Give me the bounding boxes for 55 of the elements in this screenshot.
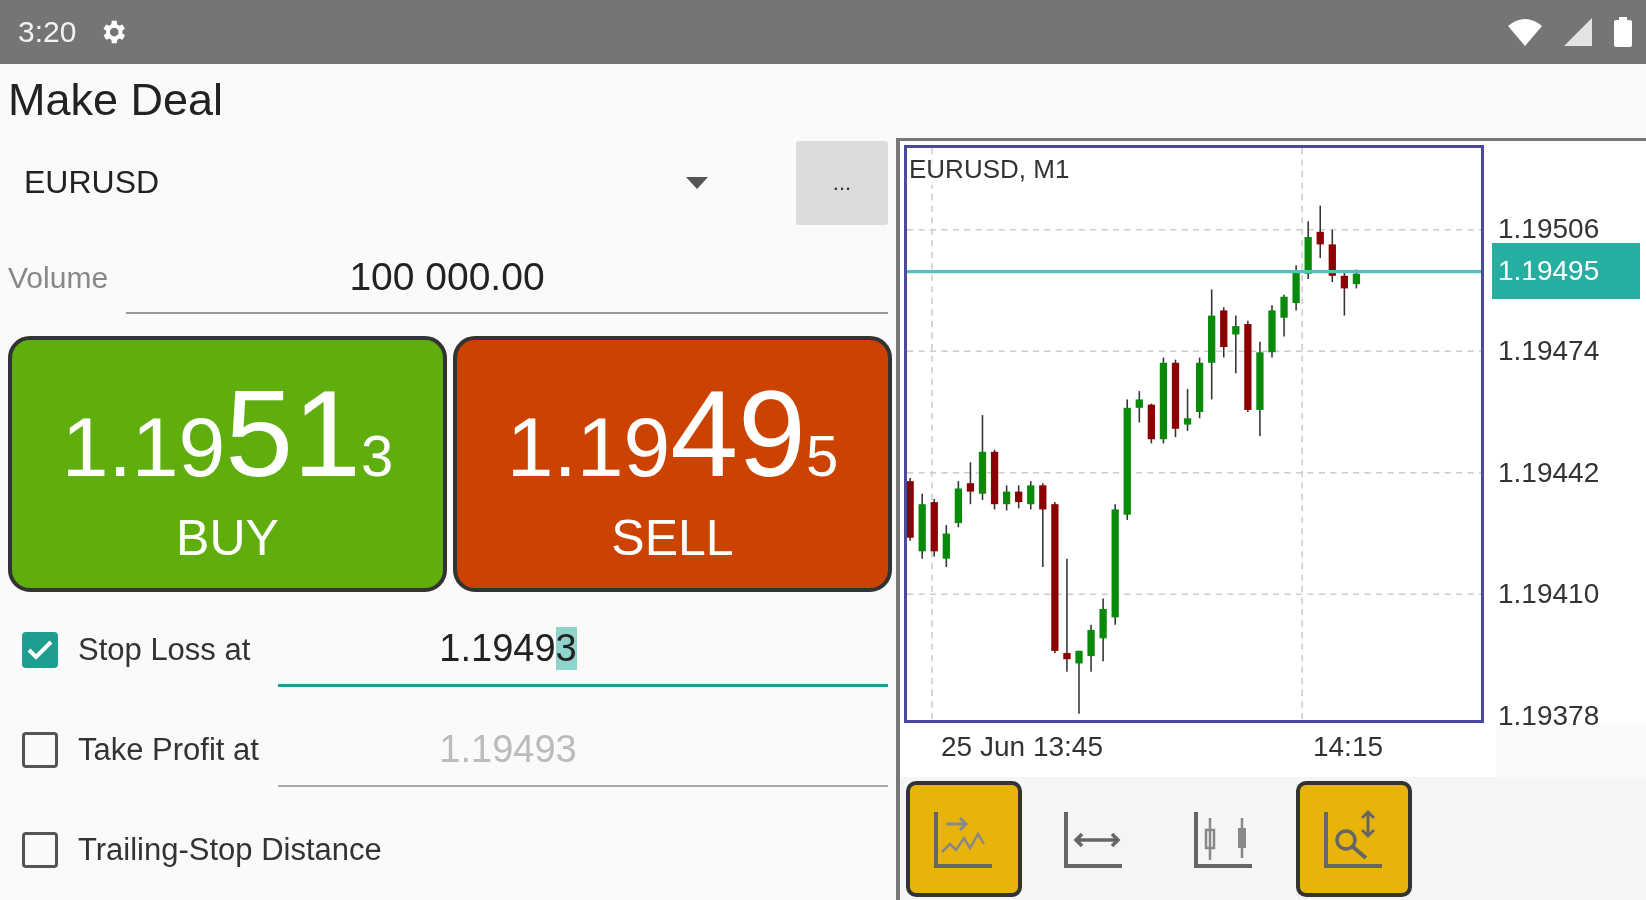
candlestick (1027, 480, 1035, 511)
candlestick (1280, 293, 1288, 338)
dropdown-caret-icon (686, 176, 708, 189)
sell-button[interactable]: 1.19495 SELL (453, 336, 892, 592)
candlestick (907, 477, 914, 542)
candlestick (1099, 597, 1107, 663)
chart-tool-button[interactable] (1296, 780, 1412, 897)
axis-label: 25 Jun 13:45 (941, 731, 1103, 763)
candlestick (1328, 228, 1336, 283)
candlestick (966, 461, 975, 505)
status-time: 3:20 (18, 15, 77, 49)
candlestick (1147, 402, 1155, 445)
volume-label: Volume (8, 260, 110, 295)
price-field[interactable]: 1.19493 (278, 613, 888, 687)
candlestick (1340, 270, 1348, 317)
candlestick (918, 492, 926, 560)
more-button[interactable]: ... (796, 140, 888, 225)
signal-icon (1564, 18, 1592, 46)
candlestick (954, 480, 962, 529)
option-label: Stop Loss at (78, 631, 252, 669)
candlestick (1196, 356, 1204, 420)
battery-icon (1614, 17, 1632, 47)
axis-label: 1.19410 (1498, 578, 1600, 610)
axis-label: 1.19506 (1498, 213, 1600, 245)
candlestick (1183, 388, 1192, 432)
wifi-icon (1508, 18, 1542, 46)
checkbox[interactable] (22, 632, 58, 668)
chart-tool-button[interactable] (906, 780, 1022, 897)
candlestick (1135, 390, 1143, 424)
candlestick (1003, 484, 1011, 512)
price-tag: 1.19495 (1492, 243, 1640, 299)
candlestick (1316, 204, 1324, 259)
candlestick (1232, 314, 1240, 375)
option-label: Trailing-Stop Distance (78, 831, 382, 869)
candlestick (1292, 264, 1300, 312)
page-title: Make Deal (8, 73, 225, 128)
axis-label: 14:15 (1312, 731, 1384, 763)
option-label: Take Profit at (78, 731, 260, 769)
axis-label: 1.19378 (1498, 700, 1600, 732)
candlestick (1075, 650, 1083, 715)
axis-label: 1.19474 (1498, 335, 1600, 367)
candlestick (990, 448, 999, 511)
candlestick (1015, 484, 1023, 510)
axis-label: 1.19442 (1498, 457, 1600, 489)
candlestick (930, 498, 938, 558)
volume-field[interactable]: 100 000.00 (126, 241, 888, 314)
candlestick (1304, 220, 1312, 280)
candlestick (1220, 306, 1228, 359)
checkbox[interactable] (22, 832, 58, 868)
candlestick (1087, 623, 1095, 673)
candlestick (942, 524, 950, 568)
symbol-dropdown[interactable]: EURUSD (8, 142, 778, 223)
chart-title: EURUSD, M1 (909, 154, 1070, 185)
candlestick (1268, 304, 1276, 359)
checkbox[interactable] (22, 732, 58, 768)
